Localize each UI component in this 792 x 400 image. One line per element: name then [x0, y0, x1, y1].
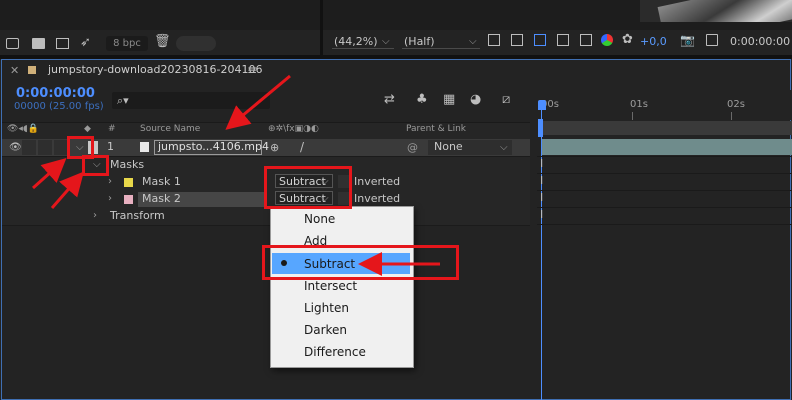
arrow-to-layer-chevron: [31, 157, 67, 190]
arrow-to-masks-chevron: [50, 171, 84, 209]
annotation-arrows: [31, 74, 440, 276]
arrow-to-source-name: [225, 74, 291, 130]
